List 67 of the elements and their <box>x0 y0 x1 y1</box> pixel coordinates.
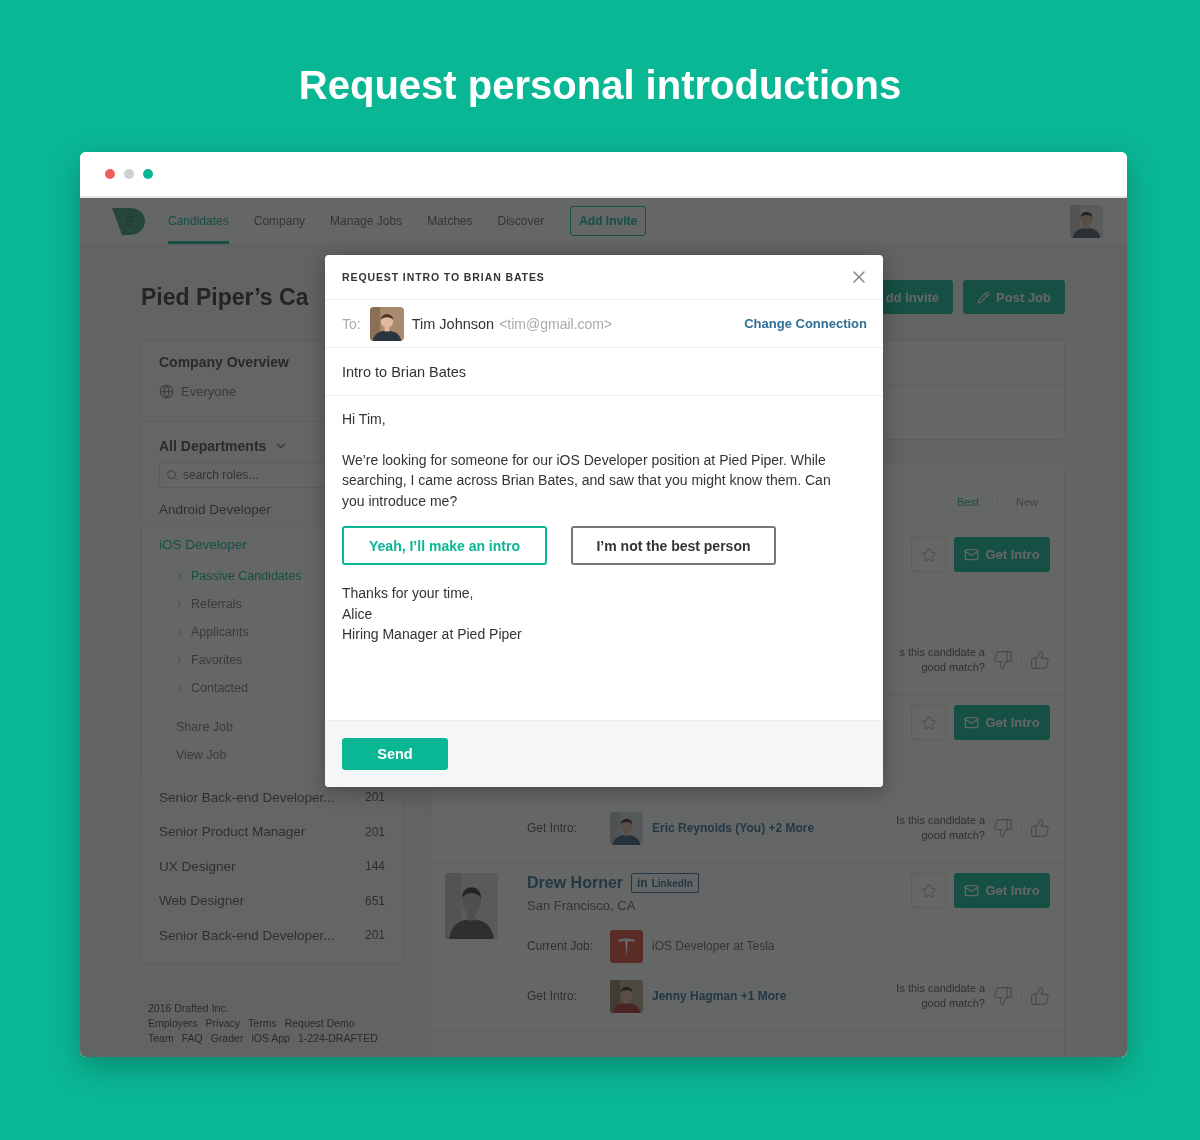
footer-link[interactable]: 1-224-DRAFTED <box>297 1031 378 1044</box>
thumbs-down-icon <box>993 650 1013 670</box>
greeting: Hi Tim, <box>342 410 387 429</box>
sidebar-heading: Company Overview <box>158 353 290 370</box>
mail-icon <box>964 883 980 898</box>
department-dropdown[interactable]: All Departments <box>159 438 289 454</box>
decline-button[interactable]: I’m not the best person <box>571 526 776 565</box>
candidate-name[interactable]: Drew Horner <box>527 874 624 892</box>
get-intro-button[interactable]: Get Intro <box>954 873 1050 908</box>
star-icon <box>920 546 937 563</box>
footer-link[interactable]: Request Demo <box>284 1016 355 1029</box>
job-link[interactable]: iOS Developer <box>159 537 247 553</box>
footer-link[interactable]: iOS App <box>251 1031 290 1044</box>
window-dot[interactable] <box>143 169 153 179</box>
footer-link[interactable]: FAQ <box>181 1031 203 1044</box>
signoff-line: Alice <box>342 604 374 624</box>
recipient-name: Tim Johnson <box>411 315 495 332</box>
favorite-button[interactable] <box>911 705 946 740</box>
favorite-button[interactable] <box>911 537 946 572</box>
linkedin-badge[interactable]: in LinkedIn <box>631 873 699 893</box>
thumbs-down-icon <box>993 986 1013 1006</box>
thumbs-down-button[interactable] <box>993 986 1013 1006</box>
signoff-line: Hiring Manager at Pied Piper <box>342 625 523 644</box>
footer-link[interactable]: Privacy <box>205 1016 241 1029</box>
change-connection-link[interactable]: Change Connection <box>744 316 867 331</box>
connection-link[interactable]: Jenny Hagman +1 More <box>652 989 787 1003</box>
favorite-button[interactable] <box>911 873 946 908</box>
thumbs-up-button[interactable] <box>1030 650 1050 670</box>
get-intro-button[interactable]: Get Intro <box>954 705 1050 740</box>
subject-field[interactable]: Intro to Brian Bates <box>325 348 883 396</box>
get-intro-button[interactable]: Get Intro <box>954 537 1050 572</box>
to-label: To: <box>342 315 361 332</box>
thumbs-down-button[interactable] <box>993 650 1013 670</box>
add-invite-button[interactable]: Add Invite <box>570 206 647 236</box>
footer-link[interactable]: Employers <box>148 1016 198 1029</box>
thumbs-up-button[interactable] <box>1030 818 1050 838</box>
thumbs-up-button[interactable] <box>1030 986 1050 1006</box>
search-icon <box>166 469 178 481</box>
signoff-line: Thanks for your time, <box>342 584 475 603</box>
globe-icon <box>159 384 174 399</box>
window-dot[interactable] <box>124 169 134 179</box>
sort-tab[interactable]: Best <box>938 496 997 508</box>
nav-tab[interactable]: Candidates <box>168 198 229 244</box>
thumbs-down-button[interactable] <box>993 818 1013 838</box>
headline: Request personal introductions <box>298 62 902 109</box>
dialog-title: REQUEST INTRO TO BRIAN BATES <box>342 271 545 283</box>
mail-icon <box>964 547 980 562</box>
logo-icon <box>112 206 146 236</box>
company-logo-icon <box>610 929 643 963</box>
page-title: Pied Piper’s Ca <box>141 283 309 311</box>
star-icon <box>920 882 937 899</box>
thumbs-up-icon <box>1030 986 1050 1006</box>
thumbs-down-icon <box>993 818 1013 838</box>
thumbs-up-icon <box>1030 818 1050 838</box>
recipient-email: <tim@gmail.com> <box>499 315 614 332</box>
send-button[interactable]: Send <box>342 738 448 770</box>
connection-link[interactable]: Eric Reynolds (You) +2 More <box>652 821 815 835</box>
pencil-icon <box>977 290 991 304</box>
window-dot[interactable] <box>105 169 115 179</box>
footer-link[interactable]: Grader <box>210 1031 244 1044</box>
star-icon <box>920 714 937 731</box>
post-job-button[interactable]: Post Job <box>963 280 1065 314</box>
accept-button[interactable]: Yeah, I’ll make an intro <box>342 526 547 565</box>
footer-link[interactable]: Terms <box>248 1016 277 1029</box>
thumbs-up-icon <box>1030 650 1050 670</box>
mail-icon <box>964 715 980 730</box>
footer-link[interactable]: Team <box>148 1031 174 1044</box>
